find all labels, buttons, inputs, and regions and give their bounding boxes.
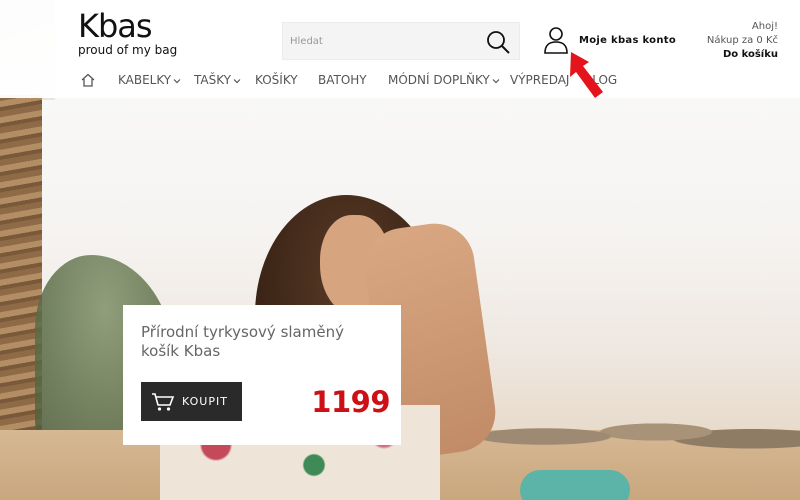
account-link[interactable]: Moje kbas konto [543,26,676,54]
nav-label: TAŠKY [194,73,231,87]
chevron-down-icon [233,79,241,84]
shopping-cart-icon [152,392,175,411]
nav-label: KOŠÍKY [255,73,298,87]
home-icon[interactable] [80,72,96,88]
nav-item-batohy[interactable]: BATOHY [318,68,367,92]
logo-wordmark: Kbas [78,7,153,45]
nav-item-modni-doplnky[interactable]: MÓDNÍ DOPLŇKY [388,68,500,92]
buy-button[interactable]: KOUPIT [141,382,242,421]
beach-rocks [480,405,800,450]
nav-label: MÓDNÍ DOPLŇKY [388,73,490,87]
search-box [282,22,520,60]
nav-item-kosiky[interactable]: KOŠÍKY [255,68,298,92]
search-button[interactable] [485,29,511,55]
product-price: 1199 [311,385,390,419]
cart-greeting: Ahoj! [751,21,778,32]
cart-link[interactable]: Do košíku [707,48,778,62]
search-input[interactable] [283,23,478,59]
nav-label: VÝPREDAJ [510,73,570,87]
nav-item-kabelky[interactable]: KABELKY [118,68,181,92]
promo-card: Přírodní tyrkysový slaměný košík Kbas KO… [123,305,401,445]
turquoise-bag [520,470,630,500]
cart-summary: Nákup za 0 Kč [706,35,778,46]
mini-cart[interactable]: Ahoj! Nákup za 0 Kč Do košíku [707,20,778,62]
chevron-down-icon [492,79,500,84]
logo-tagline: proud of my bag [78,43,178,57]
site-logo[interactable]: Kbas proud of my bag [78,7,178,62]
main-navigation: KABELKY TAŠKY KOŠÍKY BATOHY MÓDNÍ DOPLŇK… [0,68,800,92]
product-title[interactable]: Přírodní tyrkysový slaměný košík Kbas [141,323,386,361]
nav-label: BATOHY [318,73,367,87]
nav-item-tasky[interactable]: TAŠKY [194,68,241,92]
chevron-down-icon [173,79,181,84]
search-icon [487,31,510,54]
account-label: Moje kbas konto [579,34,677,46]
red-arrow-annotation [570,52,603,98]
nav-label: KABELKY [118,73,172,87]
user-icon [544,27,568,54]
buy-button-label: KOUPIT [182,395,228,408]
nav-item-vypredaj[interactable]: VÝPREDAJ [510,68,569,92]
